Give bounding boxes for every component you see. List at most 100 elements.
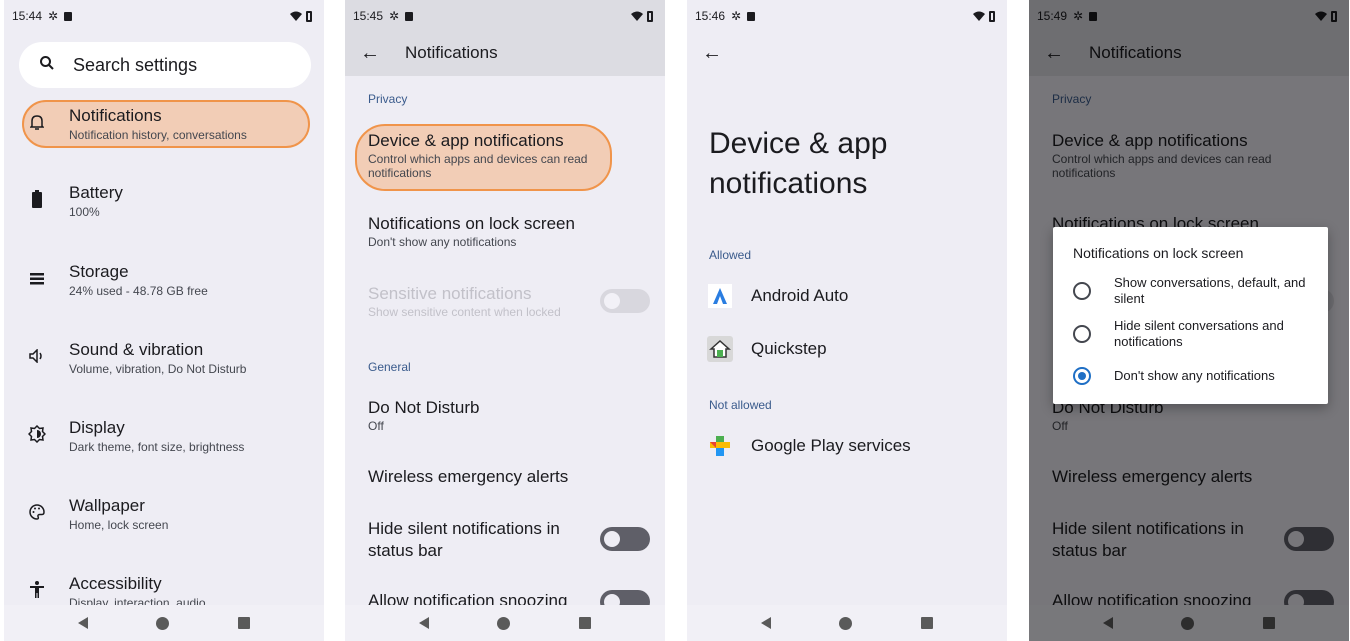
settings-item-storage[interactable]: Storage 24% used - 48.78 GB free xyxy=(4,256,324,304)
gear-icon: ✲ xyxy=(389,9,400,23)
radio-label: Show conversations, default, and silent xyxy=(1114,275,1306,306)
item-subtitle: 24% used - 48.78 GB free xyxy=(69,284,208,298)
search-bar[interactable]: Search settings xyxy=(19,42,311,88)
pref-device-app-notifications[interactable]: Device & app notifications Control which… xyxy=(368,130,645,180)
android-auto-icon xyxy=(707,283,733,309)
nav-home-icon[interactable] xyxy=(839,616,853,630)
pref-title: Notifications on lock screen xyxy=(368,214,575,233)
app-name: Google Play services xyxy=(751,436,911,455)
item-subtitle: Notification history, conversations xyxy=(69,128,247,142)
gear-icon: ✲ xyxy=(731,9,742,23)
pref-hide-silent[interactable]: Hide silent notifications in status bar xyxy=(368,518,585,562)
radio-option-hide-silent[interactable]: Hide silent conversations and notificati… xyxy=(1053,318,1328,350)
radio-button[interactable] xyxy=(1073,325,1091,343)
item-title: Notifications xyxy=(69,106,162,125)
status-time: 15:44 xyxy=(12,9,43,23)
sensitive-toggle xyxy=(600,289,650,313)
item-subtitle: Dark theme, font size, brightness xyxy=(69,440,245,454)
nav-home-icon[interactable] xyxy=(497,616,511,630)
pref-title: Wireless emergency alerts xyxy=(368,467,569,486)
arrow-back-icon[interactable]: ← xyxy=(345,42,395,65)
radio-label: Hide silent conversations and notificati… xyxy=(1114,318,1284,349)
radio-button-selected[interactable] xyxy=(1073,367,1091,385)
search-icon xyxy=(39,55,63,76)
nav-back-icon[interactable] xyxy=(78,617,89,629)
pref-title: Hide silent notifications in status bar xyxy=(368,519,560,560)
volume-icon xyxy=(4,348,69,368)
wifi-icon xyxy=(290,11,302,21)
item-subtitle: Volume, vibration, Do Not Disturb xyxy=(69,362,247,376)
item-title: Wallpaper xyxy=(69,496,145,515)
section-header-not-allowed: Not allowed xyxy=(709,398,772,412)
item-title: Battery xyxy=(69,183,123,202)
nav-back-icon[interactable] xyxy=(761,617,772,629)
pref-summary: Don't show any notifications xyxy=(368,235,517,249)
storage-icon xyxy=(4,270,69,290)
accessibility-icon xyxy=(4,580,69,604)
page-title: Device & app notifications xyxy=(709,127,888,200)
status-time: 15:46 xyxy=(695,9,726,23)
sd-card-icon xyxy=(405,11,414,21)
item-subtitle: Home, lock screen xyxy=(69,518,169,532)
item-title: Sound & vibration xyxy=(69,340,204,359)
status-bar: 15:44 ✲ xyxy=(12,8,312,24)
palette-icon xyxy=(4,503,69,525)
dialog-title: Notifications on lock screen xyxy=(1073,245,1244,261)
section-header-general: General xyxy=(368,360,411,374)
nav-recents-icon[interactable] xyxy=(920,617,933,629)
nav-home-icon[interactable] xyxy=(156,616,170,630)
display-icon xyxy=(4,424,69,448)
phone-screen-device-app-notifications: 15:46 ✲ ← Device & app notifications All… xyxy=(687,0,1007,641)
lock-screen-dialog: Notifications on lock screen Show conver… xyxy=(1053,227,1328,404)
battery-icon xyxy=(306,10,312,22)
page-title: Notifications xyxy=(405,43,498,62)
nav-recents-icon[interactable] xyxy=(237,617,250,629)
radio-option-show-all[interactable]: Show conversations, default, and silent xyxy=(1053,275,1328,307)
gear-icon: ✲ xyxy=(48,9,59,23)
settings-item-battery[interactable]: Battery 100% xyxy=(4,177,324,225)
settings-item-sound[interactable]: Sound & vibration Volume, vibration, Do … xyxy=(4,334,324,382)
pref-title: Device & app notifications xyxy=(368,131,564,150)
navigation-bar xyxy=(4,605,324,641)
nav-back-icon[interactable] xyxy=(419,617,430,629)
app-name: Quickstep xyxy=(751,339,827,358)
status-time: 15:45 xyxy=(353,9,384,23)
app-row-quickstep[interactable]: Quickstep xyxy=(707,331,987,367)
battery-icon xyxy=(4,189,69,213)
radio-option-dont-show[interactable]: Don't show any notifications xyxy=(1053,367,1328,385)
navigation-bar xyxy=(345,605,665,641)
pref-do-not-disturb[interactable]: Do Not Disturb Off xyxy=(368,397,645,433)
item-title: Storage xyxy=(69,262,129,281)
settings-item-wallpaper[interactable]: Wallpaper Home, lock screen xyxy=(4,490,324,538)
phone-screen-notifications: 15:45 ✲ ← Notifications Privacy Device &… xyxy=(345,0,665,641)
section-header-privacy: Privacy xyxy=(368,92,408,106)
sd-card-icon xyxy=(747,11,756,21)
radio-button[interactable] xyxy=(1073,282,1091,300)
settings-item-notifications[interactable]: Notifications Notification history, conv… xyxy=(4,100,324,148)
settings-item-display[interactable]: Display Dark theme, font size, brightnes… xyxy=(4,412,324,460)
app-row-android-auto[interactable]: Android Auto xyxy=(707,278,987,314)
pref-summary: Off xyxy=(368,419,384,433)
app-bar: ← xyxy=(687,30,1007,76)
bell-icon xyxy=(4,114,69,135)
sd-card-icon xyxy=(64,11,73,21)
item-subtitle: 100% xyxy=(69,205,100,219)
app-name: Android Auto xyxy=(751,286,849,305)
item-title: Accessibility xyxy=(69,574,162,593)
nav-recents-icon[interactable] xyxy=(578,617,591,629)
radio-label: Don't show any notifications xyxy=(1114,368,1275,383)
pref-wireless-emergency-alerts[interactable]: Wireless emergency alerts xyxy=(368,466,645,488)
arrow-back-icon[interactable]: ← xyxy=(687,42,737,65)
pref-title: Do Not Disturb xyxy=(368,398,480,417)
pref-lock-screen[interactable]: Notifications on lock screen Don't show … xyxy=(368,213,645,249)
app-bar: ← Notifications xyxy=(345,30,665,76)
navigation-bar xyxy=(687,605,1007,641)
quickstep-icon xyxy=(707,336,733,362)
battery-icon xyxy=(647,10,653,22)
pref-summary: Control which apps and devices can read … xyxy=(368,152,588,180)
hide-silent-toggle[interactable] xyxy=(600,527,650,551)
app-row-google-play-services[interactable]: Google Play services xyxy=(707,428,987,464)
phone-screen-lock-screen-dialog: 15:49 ✲ ← Notifications Privacy Device &… xyxy=(1029,0,1349,641)
search-input[interactable]: Search settings xyxy=(73,55,197,76)
section-header-allowed: Allowed xyxy=(709,248,752,262)
